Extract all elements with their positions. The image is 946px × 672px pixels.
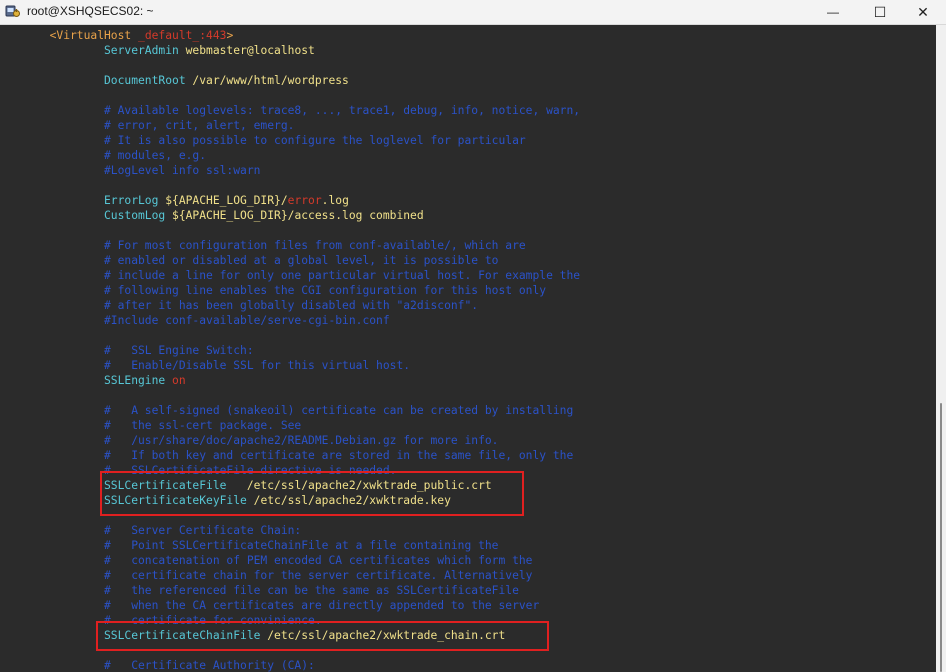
config-token: ErrorLog [104, 194, 166, 207]
minimize-button[interactable]: — [810, 0, 856, 24]
config-line: # after it has been globally disabled wi… [104, 298, 478, 313]
config-token: # following line enables the CGI configu… [104, 284, 547, 297]
config-line: # It is also possible to configure the l… [104, 133, 526, 148]
config-token: #Include conf-available/serve-cgi-bin.co… [104, 314, 390, 327]
scrollbar-thumb[interactable] [940, 403, 942, 672]
config-token: ${APACHE_LOG_DIR}/ [165, 194, 288, 207]
config-token: CustomLog [104, 209, 173, 222]
config-token: # If both key and certificate are stored… [104, 449, 574, 462]
config-token: # For most configuration files from conf… [104, 239, 526, 252]
config-token: _default_:443 [138, 29, 227, 42]
close-icon: ✕ [917, 3, 929, 20]
config-token: # the referenced file can be the same as… [104, 584, 519, 597]
config-line: # For most configuration files from conf… [104, 238, 526, 253]
config-token: # concatenation of PEM encoded CA certif… [104, 554, 533, 567]
config-token: # It is also possible to configure the l… [104, 134, 526, 147]
config-token: # A self-signed (snakeoil) certificate c… [104, 404, 574, 417]
config-token: ${APACHE_LOG_DIR}/access.log combined [172, 209, 424, 222]
config-token: /var/www/html/wordpress [192, 74, 349, 87]
config-line: # Server Certificate Chain: [104, 523, 301, 538]
config-token: .log [321, 194, 349, 207]
config-line: # modules, e.g. [104, 148, 206, 163]
config-line: ErrorLog ${APACHE_LOG_DIR}/error.log [104, 193, 349, 208]
config-token: # Server Certificate Chain: [104, 524, 302, 537]
config-line: # Enable/Disable SSL for this virtual ho… [104, 358, 410, 373]
config-line: # /usr/share/doc/apache2/README.Debian.g… [104, 433, 498, 448]
config-line: # Point SSLCertificateChainFile at a fil… [104, 538, 498, 553]
config-line: # enabled or disabled at a global level,… [104, 253, 498, 268]
config-token: # Point SSLCertificateChainFile at a fil… [104, 539, 499, 552]
config-token: # include a line for only one particular… [104, 269, 581, 282]
config-line: # certificate chain for the server certi… [104, 568, 532, 583]
config-line: # the ssl-cert package. See [104, 418, 301, 433]
highlight-box-cert-and-key [100, 471, 524, 516]
maximize-icon: ☐ [873, 3, 887, 20]
vertical-scrollbar[interactable] [936, 25, 946, 672]
config-token: <VirtualHost [49, 29, 139, 42]
config-line: # Available loglevels: trace8, ..., trac… [104, 103, 580, 118]
config-token: > [226, 29, 234, 42]
config-token: # Certificate Authority (CA): [104, 659, 315, 672]
config-line: SSLEngine on [104, 373, 186, 388]
config-line: # SSL Engine Switch: [104, 343, 254, 358]
config-line: # concatenation of PEM encoded CA certif… [104, 553, 532, 568]
config-line: #Include conf-available/serve-cgi-bin.co… [104, 313, 390, 328]
config-token: # Available loglevels: trace8, ..., trac… [104, 104, 581, 117]
config-line: #LogLevel info ssl:warn [104, 163, 260, 178]
config-line: # include a line for only one particular… [104, 268, 580, 283]
maximize-button[interactable]: ☐ [857, 0, 903, 24]
config-token: # enabled or disabled at a global level,… [104, 254, 499, 267]
config-line: # Certificate Authority (CA): [104, 658, 315, 672]
config-token: # Enable/Disable SSL for this virtual ho… [104, 359, 411, 372]
config-line: # A self-signed (snakeoil) certificate c… [104, 403, 573, 418]
config-line: ServerAdmin webmaster@localhost [104, 43, 315, 58]
config-token: # when the CA certificates are directly … [104, 599, 540, 612]
config-token: # the ssl-cert package. See [104, 419, 302, 432]
config-token: #LogLevel info ssl:warn [104, 164, 261, 177]
config-line: CustomLog ${APACHE_LOG_DIR}/access.log c… [104, 208, 424, 223]
highlight-box-chain-file [96, 621, 549, 651]
terminal-app-icon [5, 3, 21, 19]
config-token: DocumentRoot [104, 74, 193, 87]
config-token: error [287, 194, 322, 207]
config-token: webmaster@localhost [185, 44, 315, 57]
minimize-icon: — [827, 5, 839, 19]
config-token: # certificate chain for the server certi… [104, 569, 533, 582]
config-line: # error, crit, alert, emerg. [104, 118, 294, 133]
config-line: # If both key and certificate are stored… [104, 448, 573, 463]
window-titlebar: root@XSHQSECS02: ~ — ☐ ✕ [0, 0, 946, 25]
config-line: # following line enables the CGI configu… [104, 283, 546, 298]
config-token: # after it has been globally disabled wi… [104, 299, 479, 312]
config-line: # when the CA certificates are directly … [104, 598, 539, 613]
close-button[interactable]: ✕ [900, 0, 946, 24]
config-line: <VirtualHost _default_:443> [50, 28, 234, 43]
config-token: # modules, e.g. [104, 149, 207, 162]
config-line: DocumentRoot /var/www/html/wordpress [104, 73, 349, 88]
terminal-output[interactable]: <VirtualHost _default_:443> ServerAdmin w… [0, 25, 936, 672]
window-title: root@XSHQSECS02: ~ [27, 4, 154, 18]
config-token: # error, crit, alert, emerg. [104, 119, 295, 132]
config-token: SSLEngine [104, 374, 173, 387]
config-token: # SSL Engine Switch: [104, 344, 254, 357]
config-token: ServerAdmin [104, 44, 186, 57]
config-token: on [172, 374, 186, 387]
config-line: # the referenced file can be the same as… [104, 583, 519, 598]
config-token: # /usr/share/doc/apache2/README.Debian.g… [104, 434, 499, 447]
